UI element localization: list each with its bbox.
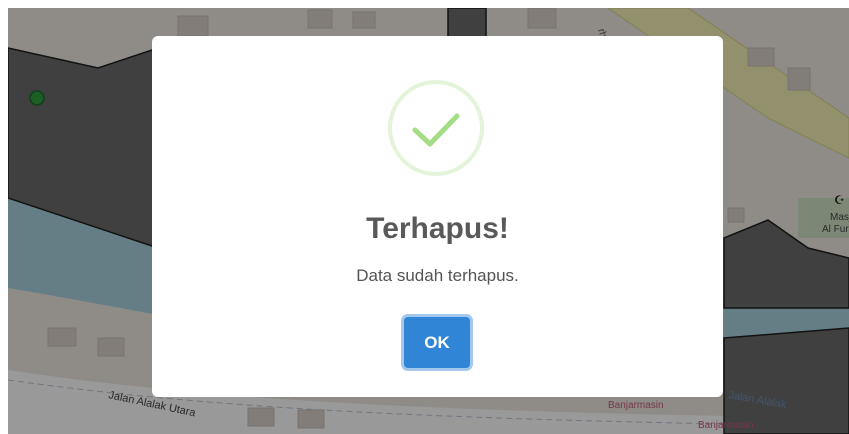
ok-button[interactable]: OK (404, 317, 470, 368)
dialog-title: Terhapus! (366, 212, 509, 245)
dialog-message: Data sudah terhapus. (356, 266, 519, 285)
success-dialog: Terhapus! Data sudah terhapus. OK (152, 36, 723, 397)
success-check-icon (388, 80, 484, 176)
